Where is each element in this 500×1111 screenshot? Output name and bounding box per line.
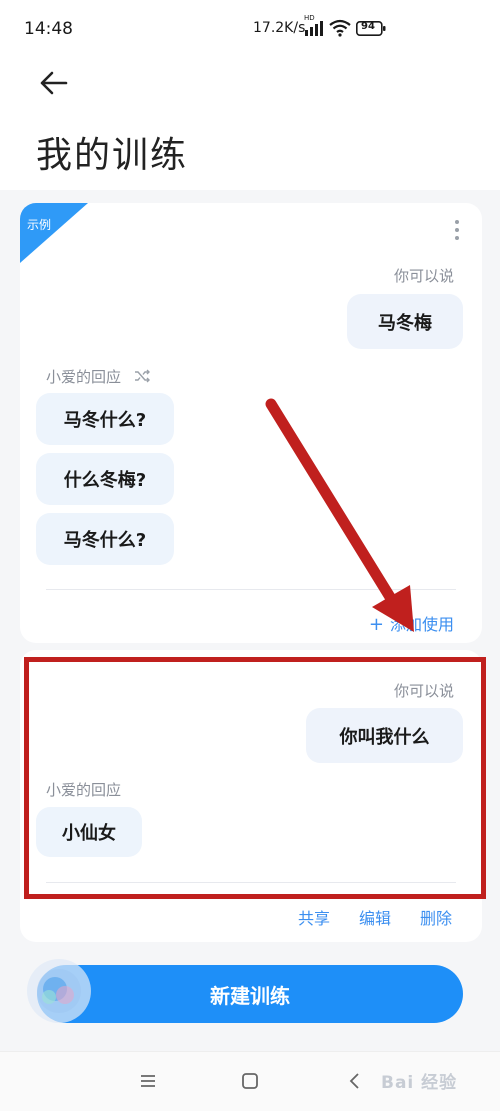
delete-button[interactable]: 删除	[420, 905, 452, 929]
training-card: 你可以说 你叫我什么 小爱的回应 小仙女 共享 编辑 删除	[20, 650, 482, 942]
add-use-label: 添加使用	[389, 615, 454, 634]
reply-bubble: 小仙女	[36, 807, 142, 857]
say-bubble: 你叫我什么	[306, 708, 463, 763]
plus-icon: +	[368, 614, 384, 635]
signal-icon	[305, 21, 323, 36]
triangle-back-icon[interactable]	[342, 1068, 368, 1094]
wifi-icon	[329, 19, 351, 37]
say-label: 你可以说	[393, 682, 454, 700]
example-corner-badge	[20, 203, 88, 263]
back-button[interactable]	[34, 62, 76, 104]
add-use-button[interactable]: + 添加使用	[369, 611, 454, 635]
network-speed: 17.2K/s	[253, 20, 306, 36]
reply-bubble: 什么冬梅?	[36, 453, 174, 505]
reply-bubble: 马冬什么?	[36, 393, 174, 445]
share-button[interactable]: 共享	[298, 905, 330, 929]
example-training-card: 示例 你可以说 马冬梅 小爱的回应 马冬什么? 什么冬梅? 马冬什么? + 添加使…	[20, 203, 482, 643]
say-bubble: 马冬梅	[347, 294, 463, 349]
card-divider	[46, 589, 456, 590]
status-time: 14:48	[24, 19, 73, 39]
reply-bubble: 马冬什么?	[36, 513, 174, 565]
status-bar: 14:48 17.2K/s HD 94	[0, 0, 500, 60]
card-divider	[46, 882, 456, 883]
reply-label: 小爱的回应	[46, 781, 122, 799]
shuffle-icon	[135, 369, 150, 383]
battery-icon: 94	[356, 21, 386, 36]
edit-button[interactable]: 编辑	[359, 905, 391, 929]
new-training-button[interactable]: 新建训练	[37, 965, 463, 1023]
menu-icon[interactable]	[135, 1068, 161, 1094]
example-badge-label: 示例	[27, 218, 52, 232]
battery-level: 94	[361, 21, 375, 32]
reply-label: 小爱的回应	[46, 368, 122, 386]
assistant-orb-icon	[27, 959, 91, 1023]
square-home-icon[interactable]	[237, 1068, 263, 1094]
page-title: 我的训练	[36, 135, 189, 176]
say-label: 你可以说	[393, 267, 454, 285]
baidu-watermark: Bai 经验	[381, 1073, 458, 1093]
arrow-left-icon	[40, 71, 68, 95]
more-vertical-icon[interactable]	[450, 217, 464, 243]
new-training-label: 新建训练	[210, 983, 290, 1008]
